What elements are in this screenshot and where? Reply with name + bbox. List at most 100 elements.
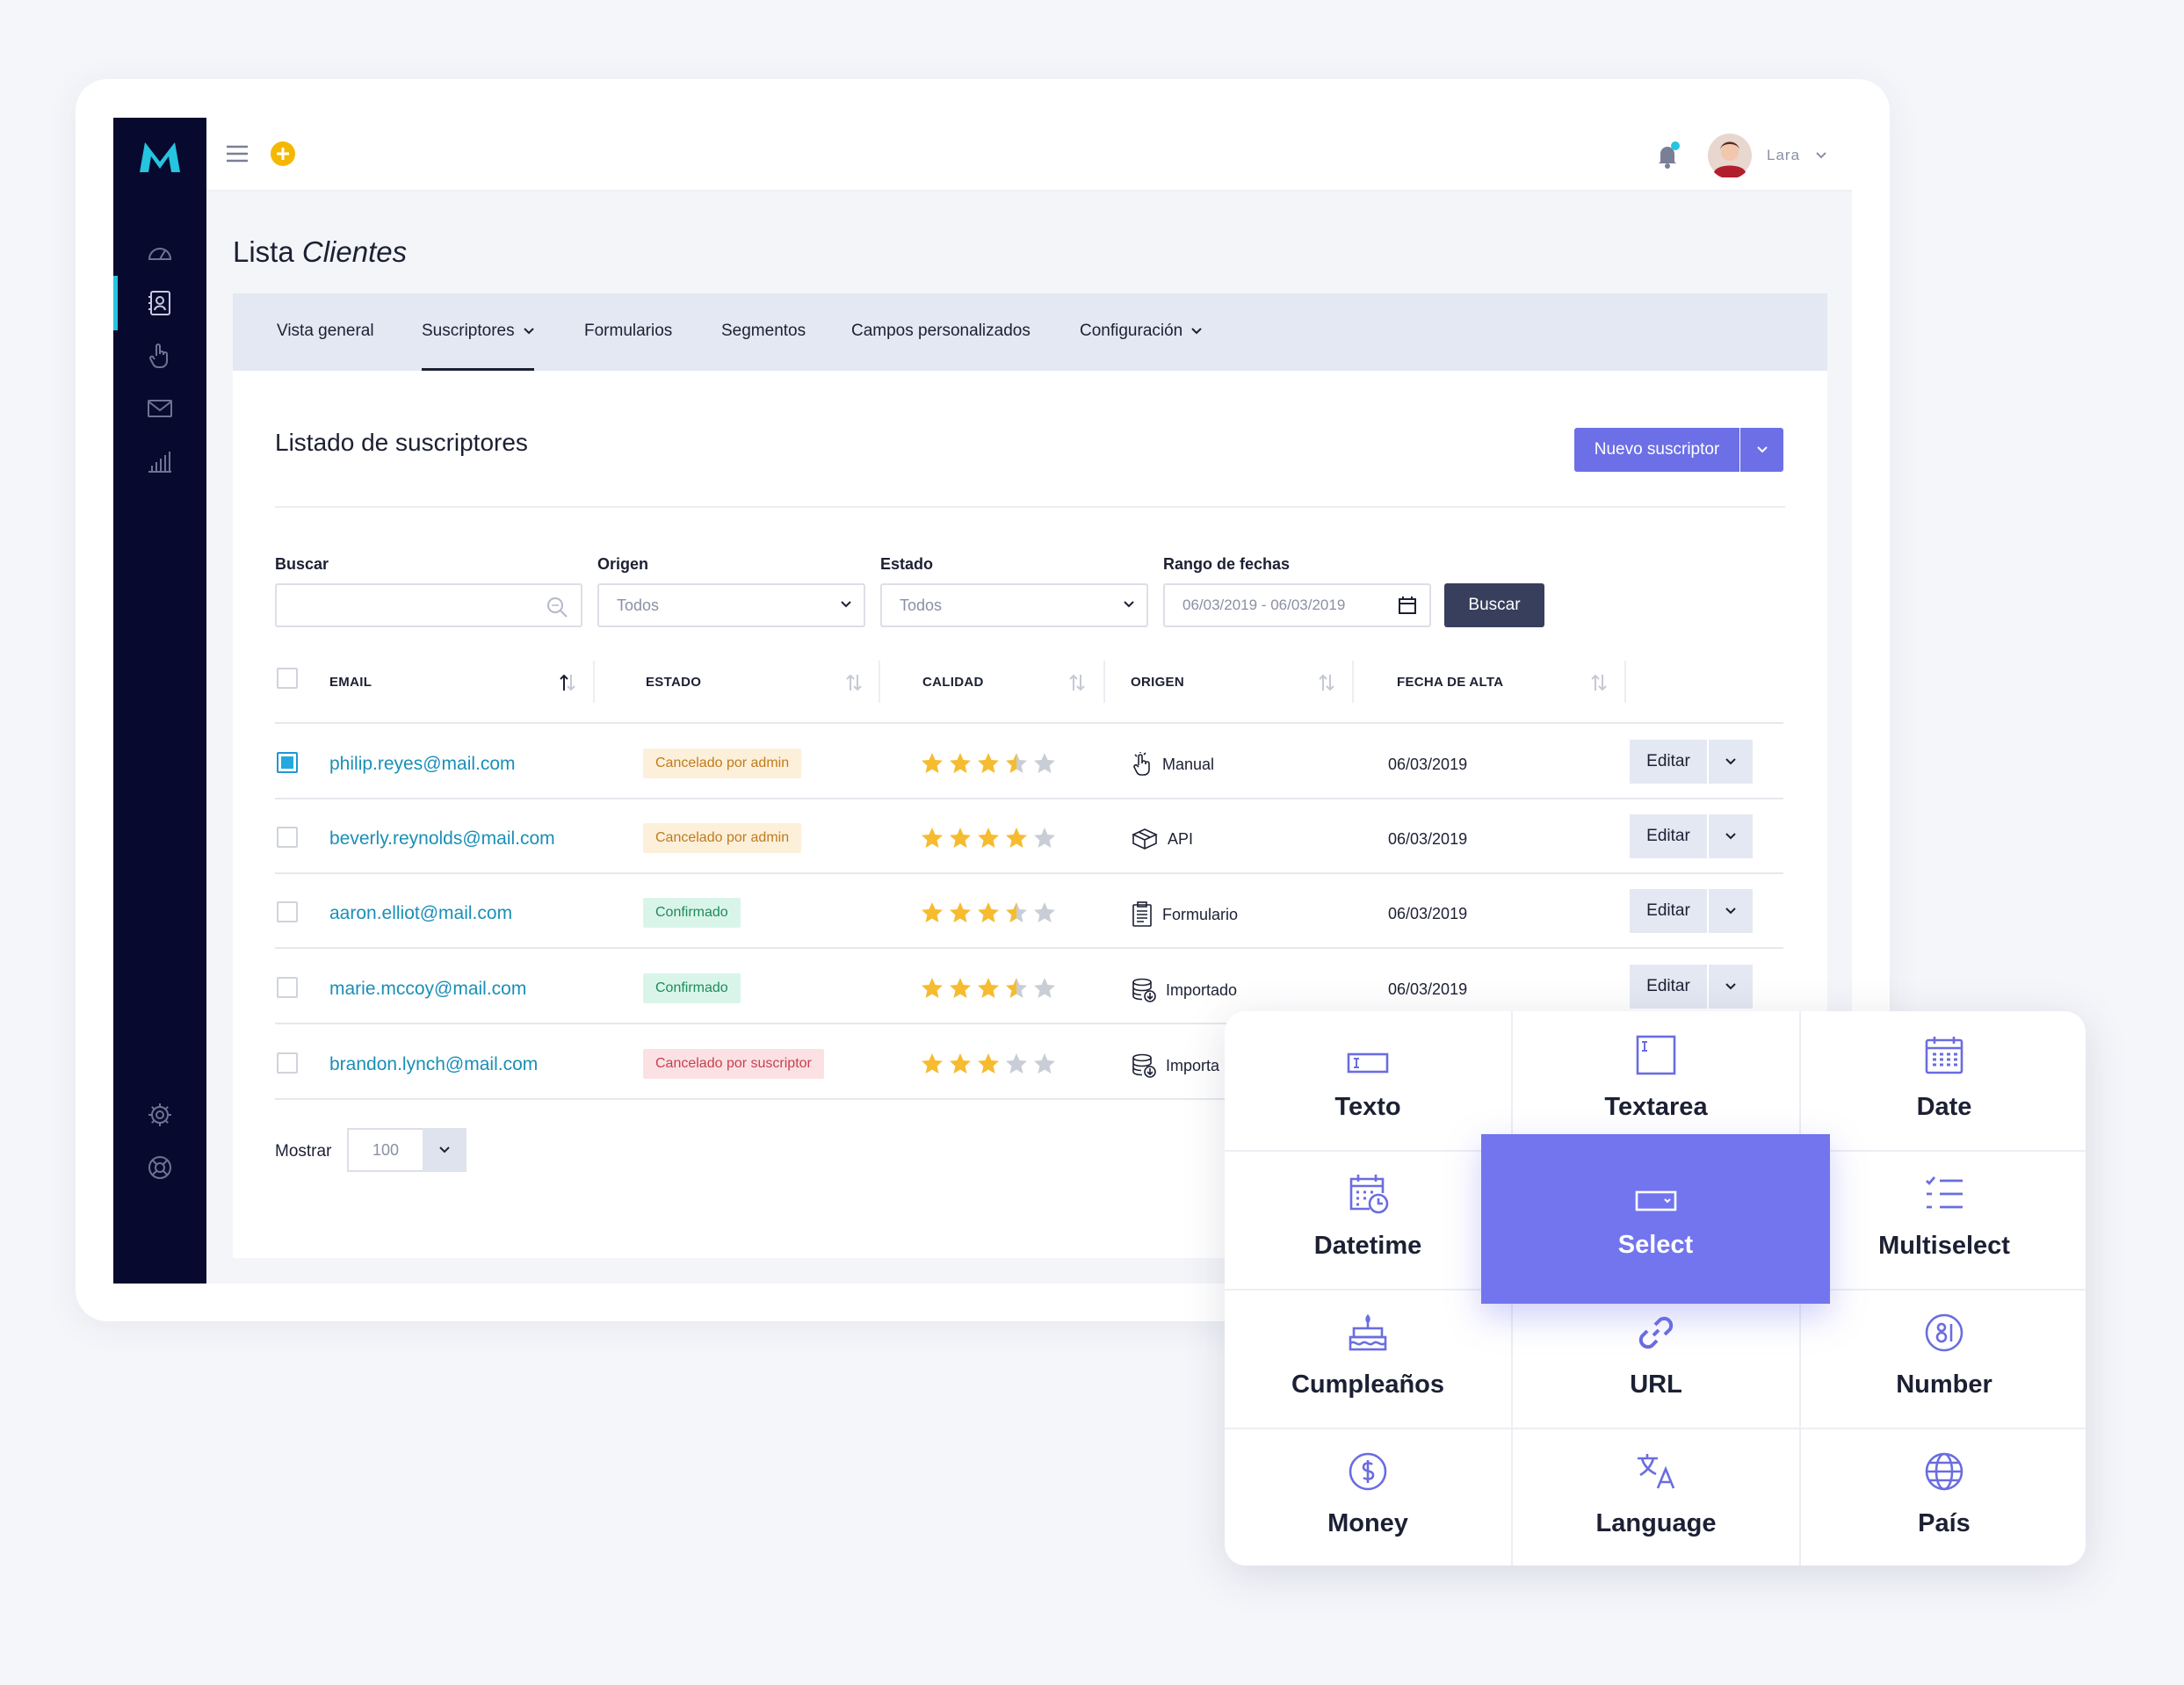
sort-icon[interactable]	[844, 673, 864, 692]
star-icon	[1034, 902, 1055, 922]
tab-campos-personalizados[interactable]: Campos personalizados	[851, 293, 1031, 371]
sidebar-item-contacts[interactable]	[140, 283, 180, 323]
user-menu-toggle[interactable]	[1815, 151, 1827, 160]
page-size-dropdown[interactable]	[423, 1128, 466, 1172]
row-actions-dropdown[interactable]	[1709, 740, 1753, 784]
user-name[interactable]: Lara	[1767, 147, 1800, 164]
tab-segmentos[interactable]: Segmentos	[721, 293, 806, 371]
field-type-multiselect[interactable]: Multiselect	[1801, 1150, 2087, 1289]
star-icon	[922, 1053, 943, 1074]
quality-rating	[920, 976, 1057, 1001]
field-type-money[interactable]: Money	[1225, 1428, 1511, 1566]
sidebar-item-interactions[interactable]	[140, 336, 180, 376]
hamburger-menu-icon	[227, 145, 248, 163]
row-email[interactable]: brandon.lynch@mail.com	[329, 1054, 538, 1075]
row-date: 06/03/2019	[1388, 830, 1468, 848]
dollar-coin-icon	[1349, 1452, 1387, 1491]
edit-button[interactable]: Editar	[1630, 740, 1707, 784]
birthday-cake-icon	[1349, 1313, 1387, 1351]
field-type-datetime[interactable]: Datetime	[1225, 1150, 1511, 1289]
notifications-button[interactable]	[1652, 139, 1683, 170]
star-icon	[950, 753, 971, 773]
quick-add-button[interactable]	[270, 141, 296, 167]
contacts-book-icon	[148, 291, 170, 315]
topbar: Lara	[206, 118, 1852, 192]
field-type-textarea[interactable]: Textarea	[1513, 1011, 1799, 1150]
tab-configuracion[interactable]: Configuración	[1080, 293, 1202, 371]
column-header-origin[interactable]: ORIGEN	[1131, 675, 1184, 690]
date-range-input[interactable]: 06/03/2019 - 06/03/2019	[1163, 583, 1431, 627]
field-type-language[interactable]: Language	[1513, 1428, 1799, 1566]
tab-suscriptores[interactable]: Suscriptores	[422, 293, 534, 371]
new-subscriber-button[interactable]: Nuevo suscriptor	[1574, 428, 1739, 472]
table-header-divider	[275, 722, 1783, 724]
database-import-icon	[1132, 1053, 1156, 1078]
row-email[interactable]: philip.reyes@mail.com	[329, 754, 516, 775]
column-header-email[interactable]: EMAIL	[329, 675, 372, 690]
row-checkbox[interactable]	[277, 827, 298, 848]
avatar[interactable]	[1708, 134, 1752, 177]
row-origin: API	[1131, 827, 1193, 851]
app-logo[interactable]	[136, 137, 184, 177]
edit-button[interactable]: Editar	[1630, 814, 1707, 858]
sidebar-item-campaigns[interactable]	[140, 388, 180, 429]
quality-rating	[920, 1052, 1057, 1076]
column-header-quality[interactable]: CALIDAD	[922, 675, 984, 690]
search-input[interactable]	[275, 583, 582, 627]
field-type-pais[interactable]: País	[1801, 1428, 2087, 1566]
row-checkbox[interactable]	[277, 901, 298, 922]
page-size-input[interactable]: 100	[347, 1128, 423, 1172]
field-type-number[interactable]: Number	[1801, 1289, 2087, 1428]
row-actions-dropdown[interactable]	[1709, 814, 1753, 858]
tab-formularios[interactable]: Formularios	[584, 293, 672, 371]
origin-label: Origen	[597, 555, 649, 573]
sidebar-item-reports[interactable]	[140, 441, 180, 481]
field-type-select[interactable]: Select	[1481, 1134, 1830, 1304]
select-all-checkbox[interactable]	[277, 668, 298, 689]
tab-vista-general[interactable]: Vista general	[277, 293, 374, 371]
row-actions-dropdown[interactable]	[1709, 965, 1753, 1009]
row-actions-dropdown[interactable]	[1709, 889, 1753, 933]
sidebar-item-help[interactable]	[140, 1147, 180, 1188]
column-header-date[interactable]: FECHA DE ALTA	[1397, 675, 1503, 690]
field-type-date[interactable]: Date	[1801, 1011, 2087, 1150]
star-icon	[1006, 902, 1027, 922]
field-type-url[interactable]: URL	[1513, 1289, 1799, 1428]
star-icon	[1006, 1053, 1027, 1074]
star-icon	[950, 902, 971, 922]
edit-button[interactable]: Editar	[1630, 965, 1707, 1009]
field-type-cumpleanos[interactable]: Cumpleaños	[1225, 1289, 1511, 1428]
column-divider	[1624, 661, 1626, 703]
sort-icon[interactable]	[1067, 673, 1087, 692]
edit-button[interactable]: Editar	[1630, 889, 1707, 933]
row-divider	[275, 798, 1783, 799]
field-type-texto[interactable]: Texto	[1225, 1011, 1511, 1150]
sidebar-item-dashboard[interactable]	[140, 232, 180, 272]
star-icon	[978, 978, 999, 998]
sort-icon[interactable]	[1589, 673, 1609, 692]
row-email[interactable]: beverly.reynolds@mail.com	[329, 828, 555, 850]
field-type-picker: Texto Textarea Date Datetime Select Mult…	[1225, 1011, 2086, 1566]
menu-toggle[interactable]	[226, 144, 249, 163]
star-icon	[978, 902, 999, 922]
row-email[interactable]: aaron.elliot@mail.com	[329, 903, 512, 924]
status-select[interactable]: Todos	[880, 583, 1148, 627]
section-divider	[275, 506, 1785, 508]
status-badge: Cancelado por suscriptor	[643, 1049, 824, 1079]
origin-select[interactable]: Todos	[597, 583, 865, 627]
calendar-icon	[1399, 597, 1416, 614]
star-icon	[978, 828, 999, 848]
hand-pointer-icon	[149, 344, 168, 368]
sort-asc-icon[interactable]	[558, 673, 577, 692]
chevron-down-icon	[1756, 446, 1768, 453]
sidebar	[113, 118, 206, 1284]
sidebar-item-settings[interactable]	[140, 1095, 180, 1135]
row-checkbox[interactable]	[277, 752, 298, 773]
row-email[interactable]: marie.mccoy@mail.com	[329, 979, 526, 1000]
row-checkbox[interactable]	[277, 1052, 298, 1074]
row-checkbox[interactable]	[277, 977, 298, 998]
column-header-status[interactable]: ESTADO	[646, 675, 701, 690]
new-subscriber-dropdown[interactable]	[1740, 428, 1783, 472]
search-button[interactable]: Buscar	[1444, 583, 1544, 627]
sort-icon[interactable]	[1317, 673, 1336, 692]
